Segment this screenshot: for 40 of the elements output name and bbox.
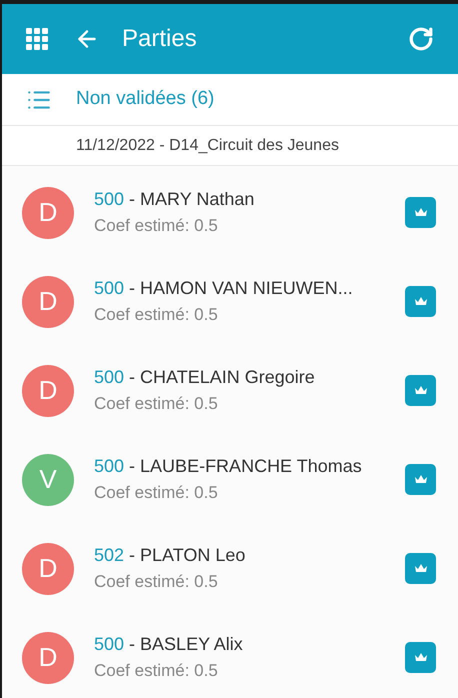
- result-avatar: D: [22, 186, 74, 238]
- crown-button[interactable]: [405, 197, 436, 228]
- player-name: 502 - PLATON Leo: [94, 544, 246, 568]
- game-row[interactable]: D 500 - MARY Nathan Coef estimé: 0.5: [2, 168, 458, 257]
- game-row[interactable]: V 500 - LAUBE-FRANCHE Thomas Coef estimé: 0.5: [2, 435, 458, 524]
- result-avatar: D: [22, 632, 74, 684]
- result-avatar: V: [22, 454, 74, 506]
- crown-button[interactable]: [405, 464, 436, 495]
- player-name: 500 - MARY Nathan: [94, 188, 254, 212]
- page-title: Parties: [122, 24, 197, 54]
- result-avatar: D: [22, 364, 74, 416]
- coefficient-text: Coef estimé: 0.5: [94, 215, 219, 238]
- game-row[interactable]: D 502 - PLATON Leo Coef estimé: 0.5: [2, 524, 458, 613]
- coefficient-text: Coef estimé: 0.5: [94, 393, 219, 416]
- crown-icon: [414, 296, 428, 307]
- player-name: 500 - HAMON VAN NIEUWEN...: [94, 277, 353, 300]
- game-row[interactable]: D 500 - BASLEY Alix Coef estimé: 0.5: [2, 613, 458, 698]
- crown-button[interactable]: [405, 286, 436, 317]
- coefficient-text: Coef estimé: 0.5: [94, 571, 219, 594]
- player-name: 500 - BASLEY Alix: [94, 633, 243, 656]
- player-name: 500 - CHATELAIN Gregoire: [94, 366, 315, 390]
- coefficient-text: Coef estimé: 0.5: [94, 482, 219, 504]
- refresh-icon[interactable]: [408, 26, 434, 52]
- crown-button[interactable]: [405, 375, 436, 406]
- player-name: 500 - LAUBE-FRANCHE Thomas: [94, 455, 362, 478]
- result-avatar: D: [22, 276, 74, 328]
- crown-icon: [414, 207, 428, 218]
- crown-icon: [414, 563, 428, 574]
- event-label: 11/12/2022 - D14_Circuit des Jeunes: [76, 136, 339, 156]
- result-avatar: D: [22, 542, 74, 594]
- coefficient-text: Coef estimé: 0.5: [94, 304, 219, 326]
- coefficient-text: Coef estimé: 0.5: [94, 660, 219, 682]
- crown-icon: [414, 652, 428, 663]
- apps-grid-icon[interactable]: [26, 28, 48, 50]
- crown-icon: [414, 474, 428, 485]
- game-row[interactable]: D 500 - HAMON VAN NIEUWEN... Coef estimé: 0.5: [2, 257, 458, 346]
- game-row[interactable]: D 500 - CHATELAIN Gregoire Coef estimé: 0.5: [2, 346, 458, 435]
- crown-button[interactable]: [405, 553, 436, 584]
- crown-button[interactable]: [405, 642, 436, 673]
- crown-icon: [414, 385, 428, 396]
